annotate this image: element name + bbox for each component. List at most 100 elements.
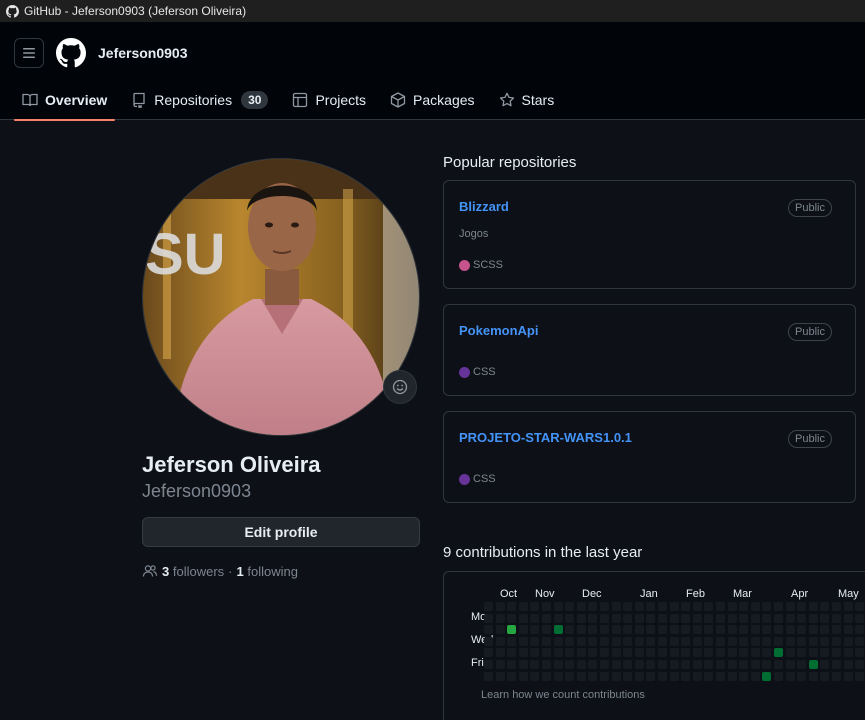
contribution-cell[interactable] (797, 636, 807, 646)
contribution-cell[interactable] (762, 671, 772, 681)
contribution-cell[interactable] (634, 636, 644, 646)
repo-link-blizzard[interactable]: Blizzard (459, 199, 509, 214)
contribution-cell[interactable] (843, 625, 853, 635)
contribution-cell[interactable] (495, 636, 505, 646)
contribution-cell[interactable] (808, 613, 818, 623)
contribution-cell[interactable] (576, 671, 586, 681)
contribution-cell[interactable] (634, 660, 644, 669)
tab-overview[interactable]: Overview (14, 80, 116, 121)
contribution-cell[interactable] (495, 625, 505, 635)
contribution-cell[interactable] (808, 636, 818, 646)
contribution-cell[interactable] (507, 660, 517, 669)
contribution-cell[interactable] (785, 625, 795, 635)
contribution-cell[interactable] (727, 636, 737, 646)
profile-avatar[interactable]: SU (142, 158, 420, 436)
contribution-cell[interactable] (681, 636, 691, 646)
contribution-cell[interactable] (611, 602, 621, 611)
tab-repositories[interactable]: Repositories 30 (123, 80, 276, 120)
contribution-cell[interactable] (843, 602, 853, 611)
contribution-cell[interactable] (565, 625, 575, 635)
contribution-cell[interactable] (623, 625, 633, 635)
contribution-cell[interactable] (542, 625, 551, 635)
contribution-cell[interactable] (600, 625, 609, 635)
contribution-cell[interactable] (681, 602, 691, 611)
contribution-cell[interactable] (611, 671, 621, 681)
contribution-cell[interactable] (692, 602, 702, 611)
contribution-cell[interactable] (507, 648, 517, 658)
contribution-cell[interactable] (623, 602, 633, 611)
following-link[interactable]: 1 following (237, 564, 298, 579)
contribution-cell[interactable] (646, 602, 656, 611)
contribution-cell[interactable] (832, 625, 841, 635)
contribution-cell[interactable] (576, 602, 586, 611)
contribution-cell[interactable] (495, 660, 505, 669)
contribution-cell[interactable] (669, 613, 679, 623)
contribution-cell[interactable] (855, 625, 865, 635)
set-status-button[interactable] (383, 370, 417, 404)
contribution-cell[interactable] (716, 602, 725, 611)
contribution-cell[interactable] (716, 636, 725, 646)
contribution-cell[interactable] (855, 636, 865, 646)
contribution-cell[interactable] (588, 602, 598, 611)
contribution-cell[interactable] (692, 660, 702, 669)
contribution-cell[interactable] (785, 613, 795, 623)
tab-packages[interactable]: Packages (382, 80, 482, 120)
contribution-cell[interactable] (553, 660, 563, 669)
contribution-cell[interactable] (634, 602, 644, 611)
contribution-cell[interactable] (507, 602, 517, 611)
contribution-cell[interactable] (704, 625, 714, 635)
contribution-cell[interactable] (727, 648, 737, 658)
contribution-cell[interactable] (727, 602, 737, 611)
contribution-cell[interactable] (507, 671, 517, 681)
contribution-cell[interactable] (774, 602, 783, 611)
contribution-cell[interactable] (669, 602, 679, 611)
contribution-cell[interactable] (739, 648, 749, 658)
contribution-cell[interactable] (704, 636, 714, 646)
contribution-cell[interactable] (484, 613, 493, 623)
contribution-cell[interactable] (739, 602, 749, 611)
contribution-cell[interactable] (507, 636, 517, 646)
contribution-cell[interactable] (588, 671, 598, 681)
contribution-cell[interactable] (542, 613, 551, 623)
contribution-cell[interactable] (530, 613, 540, 623)
contribution-cell[interactable] (820, 625, 830, 635)
contribution-cell[interactable] (820, 613, 830, 623)
contribution-cell[interactable] (600, 602, 609, 611)
header-username-link[interactable]: Jeferson0903 (98, 45, 188, 61)
contribution-cell[interactable] (785, 602, 795, 611)
contribution-cell[interactable] (739, 625, 749, 635)
contribution-cell[interactable] (634, 613, 644, 623)
contribution-cell[interactable] (542, 660, 551, 669)
contribution-cell[interactable] (646, 648, 656, 658)
contribution-cell[interactable] (692, 671, 702, 681)
contribution-cell[interactable] (542, 648, 551, 658)
contribution-cell[interactable] (681, 660, 691, 669)
contribution-cell[interactable] (611, 613, 621, 623)
contribution-cell[interactable] (565, 613, 575, 623)
contribution-cell[interactable] (623, 636, 633, 646)
contribution-cell[interactable] (843, 660, 853, 669)
repo-link-projeto-star-wars[interactable]: PROJETO-STAR-WARS1.0.1 (459, 430, 632, 445)
contribution-cell[interactable] (530, 625, 540, 635)
hamburger-menu-button[interactable] (14, 38, 44, 68)
contribution-cell[interactable] (576, 660, 586, 669)
contribution-cell[interactable] (774, 671, 783, 681)
contribution-cell[interactable] (623, 671, 633, 681)
contribution-cell[interactable] (797, 671, 807, 681)
contribution-cell[interactable] (484, 660, 493, 669)
contribution-cell[interactable] (553, 636, 563, 646)
contribution-cell[interactable] (611, 625, 621, 635)
contribution-cell[interactable] (797, 613, 807, 623)
contribution-cell[interactable] (484, 636, 493, 646)
contribution-cell[interactable] (855, 648, 865, 658)
contribution-cell[interactable] (762, 660, 772, 669)
contribution-cell[interactable] (750, 648, 760, 658)
contribution-cell[interactable] (495, 671, 505, 681)
contribution-cell[interactable] (843, 648, 853, 658)
learn-contributions-link[interactable]: Learn how we count contributions (481, 689, 645, 701)
contribution-cell[interactable] (785, 671, 795, 681)
contribution-cell[interactable] (820, 648, 830, 658)
contribution-cell[interactable] (832, 602, 841, 611)
contribution-cell[interactable] (565, 648, 575, 658)
contribution-cell[interactable] (785, 636, 795, 646)
